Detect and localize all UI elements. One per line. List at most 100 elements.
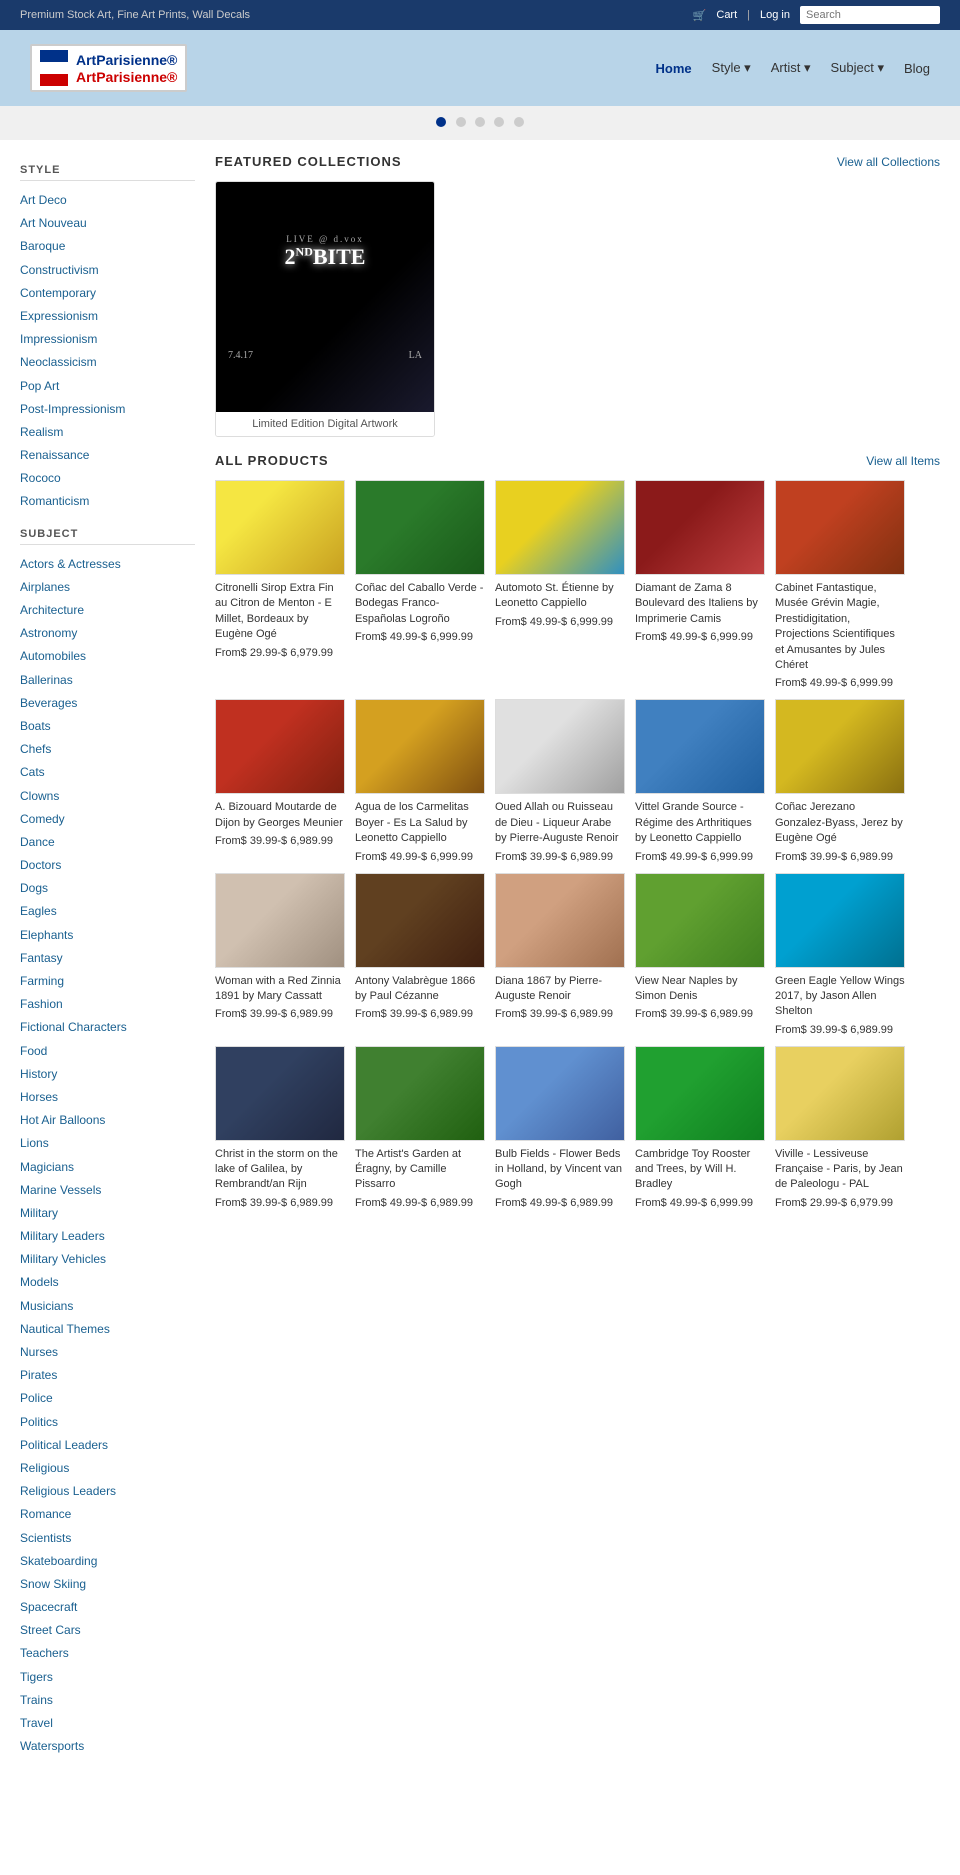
sidebar-item-subject-architecture[interactable]: Architecture (20, 599, 195, 622)
sidebar-item-subject-trains[interactable]: Trains (20, 1689, 195, 1712)
sidebar-item-subject-teachers[interactable]: Teachers (20, 1642, 195, 1665)
sidebar-item-style-contemporary[interactable]: Contemporary (20, 282, 195, 305)
sidebar-item-subject-models[interactable]: Models (20, 1271, 195, 1294)
sidebar-item-subject-spacecraft[interactable]: Spacecraft (20, 1596, 195, 1619)
sidebar-item-subject-beverages[interactable]: Beverages (20, 692, 195, 715)
sidebar-item-subject-horses[interactable]: Horses (20, 1086, 195, 1109)
cart-link[interactable]: Cart (716, 9, 737, 21)
sidebar-item-style-renaissance[interactable]: Renaissance (20, 444, 195, 467)
dot-3[interactable] (475, 117, 485, 127)
sidebar-item-style-art-deco[interactable]: Art Deco (20, 189, 195, 212)
sidebar-item-subject-cats[interactable]: Cats (20, 761, 195, 784)
sidebar-item-style-realism[interactable]: Realism (20, 421, 195, 444)
sidebar-item-subject-tigers[interactable]: Tigers (20, 1666, 195, 1689)
sidebar-item-subject-military-leaders[interactable]: Military Leaders (20, 1225, 195, 1248)
sidebar-item-subject-pirates[interactable]: Pirates (20, 1364, 195, 1387)
sidebar-item-style-neoclassicism[interactable]: Neoclassicism (20, 351, 195, 374)
sidebar-item-subject-musicians[interactable]: Musicians (20, 1295, 195, 1318)
sidebar-item-subject-watersports[interactable]: Watersports (20, 1735, 195, 1758)
sidebar-item-style-constructivism[interactable]: Constructivism (20, 259, 195, 282)
product-card-conac[interactable]: Coñac del Caballo Verde - Bodegas Franco… (355, 480, 485, 689)
sidebar-item-style-romanticism[interactable]: Romanticism (20, 490, 195, 513)
product-card-viville[interactable]: Viville - Lessiveuse Française - Paris, … (775, 1046, 905, 1209)
sidebar-item-subject-actors-actresses[interactable]: Actors & Actresses (20, 553, 195, 576)
sidebar-item-subject-dance[interactable]: Dance (20, 831, 195, 854)
sidebar-item-subject-eagles[interactable]: Eagles (20, 900, 195, 923)
product-card-bulb[interactable]: Bulb Fields - Flower Beds in Holland, by… (495, 1046, 625, 1209)
sidebar-item-style-art-nouveau[interactable]: Art Nouveau (20, 212, 195, 235)
dot-2[interactable] (456, 117, 466, 127)
sidebar-item-subject-dogs[interactable]: Dogs (20, 877, 195, 900)
sidebar-item-subject-police[interactable]: Police (20, 1387, 195, 1410)
sidebar-item-subject-nautical-themes[interactable]: Nautical Themes (20, 1318, 195, 1341)
sidebar-item-subject-politics[interactable]: Politics (20, 1411, 195, 1434)
sidebar-item-subject-romance[interactable]: Romance (20, 1503, 195, 1526)
product-card-antony[interactable]: Antony Valabrègue 1866 by Paul CézanneFr… (355, 873, 485, 1036)
sidebar-item-subject-political-leaders[interactable]: Political Leaders (20, 1434, 195, 1457)
product-card-bizouard[interactable]: A. Bizouard Moutarde de Dijon by Georges… (215, 699, 345, 862)
dot-1[interactable] (436, 117, 446, 127)
sidebar-item-style-rococo[interactable]: Rococo (20, 467, 195, 490)
nav-artist[interactable]: Artist ▾ (771, 60, 811, 76)
product-card-agua[interactable]: Agua de los Carmelitas Boyer - Es La Sal… (355, 699, 485, 862)
sidebar-item-subject-doctors[interactable]: Doctors (20, 854, 195, 877)
dot-4[interactable] (494, 117, 504, 127)
sidebar-item-subject-astronomy[interactable]: Astronomy (20, 622, 195, 645)
nav-subject[interactable]: Subject ▾ (830, 60, 884, 76)
sidebar-item-subject-boats[interactable]: Boats (20, 715, 195, 738)
view-all-collections-link[interactable]: View all Collections (837, 155, 940, 169)
sidebar-item-subject-military[interactable]: Military (20, 1202, 195, 1225)
product-card-viewnear[interactable]: View Near Naples by Simon DenisFrom$ 39.… (635, 873, 765, 1036)
product-card-christ[interactable]: Christ in the storm on the lake of Galil… (215, 1046, 345, 1209)
product-card-diamant[interactable]: Diamant de Zama 8 Boulevard des Italiens… (635, 480, 765, 689)
sidebar-item-subject-automobiles[interactable]: Automobiles (20, 645, 195, 668)
product-card-conac2[interactable]: Coñac Jerezano Gonzalez-Byass, Jerez by … (775, 699, 905, 862)
sidebar-item-subject-magicians[interactable]: Magicians (20, 1156, 195, 1179)
sidebar-item-subject-street-cars[interactable]: Street Cars (20, 1619, 195, 1642)
sidebar-item-subject-clowns[interactable]: Clowns (20, 785, 195, 808)
sidebar-item-subject-food[interactable]: Food (20, 1040, 195, 1063)
sidebar-item-subject-lions[interactable]: Lions (20, 1132, 195, 1155)
sidebar-item-subject-airplanes[interactable]: Airplanes (20, 576, 195, 599)
sidebar-item-subject-fictional-characters[interactable]: Fictional Characters (20, 1016, 195, 1039)
sidebar-item-subject-fashion[interactable]: Fashion (20, 993, 195, 1016)
sidebar-item-style-pop-art[interactable]: Pop Art (20, 375, 195, 398)
view-all-items-link[interactable]: View all Items (866, 454, 940, 468)
sidebar-item-subject-chefs[interactable]: Chefs (20, 738, 195, 761)
sidebar-item-style-post-impressionism[interactable]: Post-Impressionism (20, 398, 195, 421)
login-link[interactable]: Log in (760, 9, 790, 21)
nav-blog[interactable]: Blog (904, 61, 930, 76)
product-card-citronelli[interactable]: Citronelli Sirop Extra Fin au Citron de … (215, 480, 345, 689)
sidebar-item-style-impressionism[interactable]: Impressionism (20, 328, 195, 351)
sidebar-item-subject-history[interactable]: History (20, 1063, 195, 1086)
sidebar-item-subject-military-vehicles[interactable]: Military Vehicles (20, 1248, 195, 1271)
sidebar-item-subject-religious-leaders[interactable]: Religious Leaders (20, 1480, 195, 1503)
sidebar-item-style-baroque[interactable]: Baroque (20, 235, 195, 258)
sidebar-item-subject-religious[interactable]: Religious (20, 1457, 195, 1480)
sidebar-item-subject-scientists[interactable]: Scientists (20, 1527, 195, 1550)
sidebar-item-subject-travel[interactable]: Travel (20, 1712, 195, 1735)
sidebar-item-subject-hot-air-balloons[interactable]: Hot Air Balloons (20, 1109, 195, 1132)
sidebar-item-subject-farming[interactable]: Farming (20, 970, 195, 993)
sidebar-item-subject-elephants[interactable]: Elephants (20, 924, 195, 947)
search-input[interactable] (800, 6, 940, 24)
sidebar-item-subject-nurses[interactable]: Nurses (20, 1341, 195, 1364)
sidebar-item-style-expressionism[interactable]: Expressionism (20, 305, 195, 328)
sidebar-item-subject-ballerinas[interactable]: Ballerinas (20, 669, 195, 692)
product-card-automoto[interactable]: Automoto St. Étienne by Leonetto Cappiel… (495, 480, 625, 689)
product-card-diana[interactable]: Diana 1867 by Pierre-Auguste RenoirFrom$… (495, 873, 625, 1036)
product-card-greeneagle[interactable]: Green Eagle Yellow Wings 2017, by Jason … (775, 873, 905, 1036)
product-card-cambridge[interactable]: Cambridge Toy Rooster and Trees, by Will… (635, 1046, 765, 1209)
product-card-oued[interactable]: Oued Allah ou Ruisseau de Dieu - Liqueur… (495, 699, 625, 862)
product-card-cabinet[interactable]: Cabinet Fantastique, Musée Grévin Magie,… (775, 480, 905, 689)
sidebar-item-subject-skateboarding[interactable]: Skateboarding (20, 1550, 195, 1573)
sidebar-item-subject-marine-vessels[interactable]: Marine Vessels (20, 1179, 195, 1202)
sidebar-item-subject-fantasy[interactable]: Fantasy (20, 947, 195, 970)
product-card-artist[interactable]: The Artist's Garden at Éragny, by Camill… (355, 1046, 485, 1209)
sidebar-item-subject-comedy[interactable]: Comedy (20, 808, 195, 831)
nav-home[interactable]: Home (656, 61, 692, 76)
sidebar-item-subject-snow-skiing[interactable]: Snow Skiing (20, 1573, 195, 1596)
nav-style[interactable]: Style ▾ (712, 60, 751, 76)
dot-5[interactable] (514, 117, 524, 127)
product-card-vittel[interactable]: Vittel Grande Source - Régime des Arthri… (635, 699, 765, 862)
